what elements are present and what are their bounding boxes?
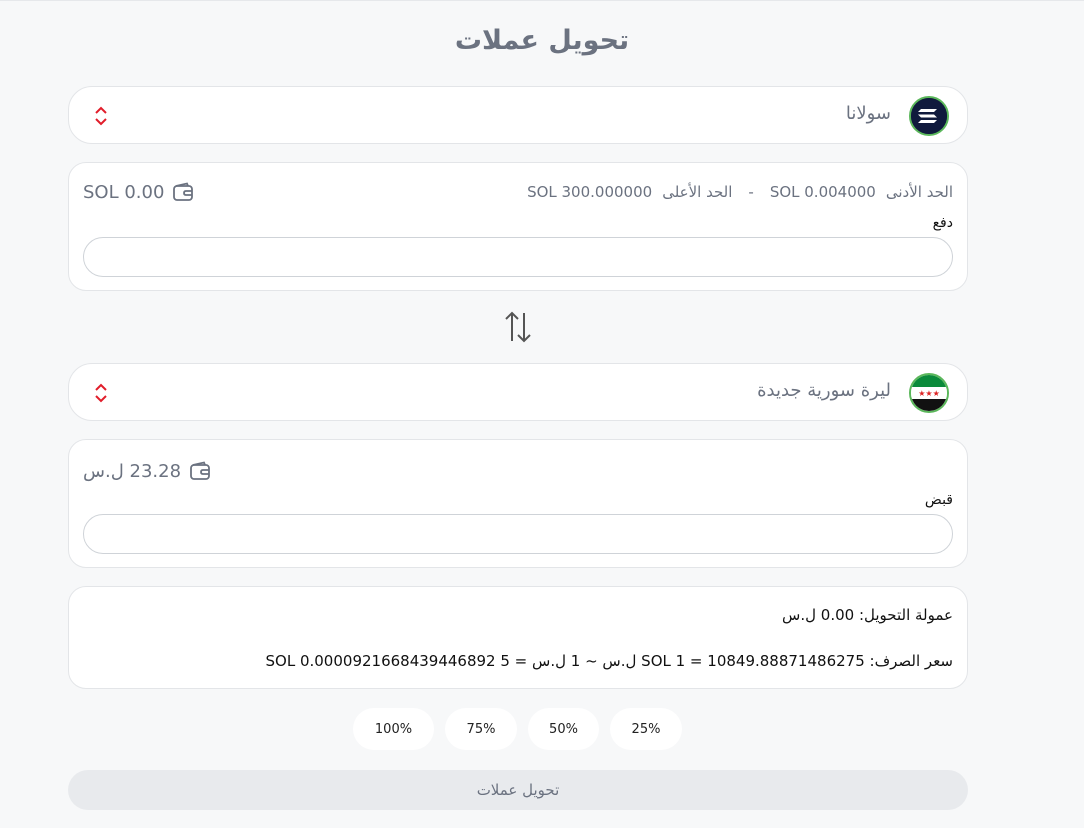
- from-currency-name: سولانا: [845, 103, 891, 124]
- pay-amount-input[interactable]: [83, 237, 953, 277]
- percent-75-button[interactable]: 75%: [445, 708, 517, 750]
- solana-icon: [909, 96, 949, 136]
- percent-50-button[interactable]: 50%: [528, 708, 599, 750]
- max-limit-label: الحد الأعلى: [662, 183, 733, 201]
- wallet-icon: [190, 461, 210, 480]
- from-currency-selector[interactable]: سولانا: [68, 86, 968, 144]
- limit-separator: -: [748, 183, 754, 201]
- pay-label: دفع: [932, 215, 953, 231]
- to-balance-value: 23.28 ل.س: [83, 460, 182, 482]
- pay-amount-card: الحد الأدنى SOL 0.004000 - الحد الأعلى S…: [68, 162, 968, 291]
- from-balance: SOL 0.00: [83, 181, 194, 203]
- syria-flag-icon: ★★★: [909, 373, 949, 413]
- to-currency-selector[interactable]: ★★★ ليرة سورية جديدة: [68, 363, 968, 421]
- sort-arrows-icon[interactable]: [93, 104, 109, 128]
- receive-amount-card: 23.28 ل.س قبض: [68, 439, 968, 568]
- to-balance: 23.28 ل.س: [83, 460, 211, 482]
- wallet-icon: [173, 182, 194, 201]
- page-title: تحويل عملات: [454, 25, 630, 56]
- limits-text: الحد الأدنى SOL 0.004000 - الحد الأعلى S…: [527, 183, 953, 201]
- swap-arrows-icon[interactable]: [503, 309, 533, 345]
- percent-25-button[interactable]: 25%: [610, 708, 682, 750]
- svg-text:★★★: ★★★: [918, 389, 940, 398]
- to-currency-name: ليرة سورية جديدة: [757, 380, 891, 401]
- convert-submit-button[interactable]: تحويل عملات: [68, 770, 968, 810]
- receive-amount-input[interactable]: [83, 514, 953, 554]
- from-balance-value: SOL 0.00: [83, 181, 165, 203]
- sort-arrows-icon[interactable]: [93, 381, 109, 405]
- exchange-rate: سعر الصرف: SOL 1 = 10849.88871486275 ل.س…: [265, 652, 954, 670]
- conversion-info-card: عمولة التحويل: 0.00 ل.س سعر الصرف: SOL 1…: [68, 586, 968, 689]
- receive-label: قبض: [924, 492, 953, 508]
- conversion-fee: عمولة التحويل: 0.00 ل.س: [782, 606, 953, 624]
- min-limit-value: SOL 0.004000: [769, 183, 876, 201]
- max-limit-value: SOL 300.000000: [527, 183, 653, 201]
- min-limit-label: الحد الأدنى: [885, 183, 953, 201]
- percent-100-button[interactable]: 100%: [353, 708, 434, 750]
